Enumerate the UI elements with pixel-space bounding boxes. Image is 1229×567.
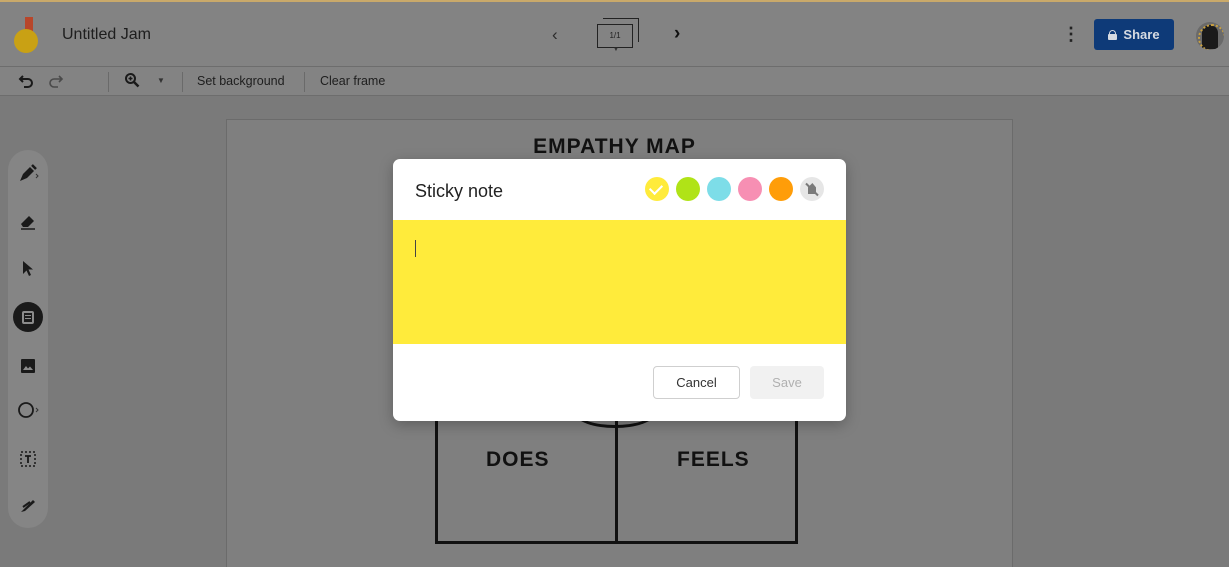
zoom-dropdown-chevron-icon[interactable]: ▼ (157, 76, 165, 85)
share-label: Share (1123, 27, 1160, 42)
dialog-title: Sticky note (415, 181, 504, 201)
board-title: EMPATHY MAP (533, 135, 696, 158)
quadrant-label-feels: FEELS (677, 448, 750, 471)
zoom-icon[interactable] (124, 72, 140, 92)
sticky-note-text-input[interactable] (393, 220, 846, 344)
previous-frame-chevron-icon[interactable]: ‹ (552, 25, 558, 45)
toolbar-divider (108, 72, 109, 92)
quadrant-label-does: DOES (486, 448, 550, 471)
text-box-icon[interactable] (8, 441, 48, 477)
top-bar: Untitled Jam ‹ 1/1 ▼ › ⋮ Share (0, 0, 1229, 66)
document-title[interactable]: Untitled Jam (62, 26, 151, 44)
color-swatch-yellow[interactable] (645, 177, 669, 201)
circle-shape-icon[interactable] (8, 392, 48, 428)
save-button[interactable]: Save (750, 366, 824, 399)
color-swatch-row (645, 177, 824, 201)
avatar[interactable] (1196, 22, 1224, 50)
toolbar-divider (182, 72, 183, 92)
color-swatch-blue[interactable] (707, 177, 731, 201)
no-color-icon[interactable] (800, 177, 824, 201)
lock-icon (1108, 29, 1118, 40)
eraser-icon[interactable] (8, 203, 48, 239)
share-button[interactable]: Share (1094, 19, 1174, 50)
clear-frame-button[interactable]: Clear frame (320, 74, 385, 88)
color-swatch-orange[interactable] (769, 177, 793, 201)
set-background-button[interactable]: Set background (197, 74, 285, 88)
toolbar: ▼ Set background Clear frame (0, 66, 1229, 96)
frame-indicator[interactable]: 1/1 ▼ (597, 18, 641, 53)
next-frame-chevron-icon[interactable]: › (674, 23, 680, 45)
sticky-note-dialog: Sticky note Cancel Save (393, 159, 846, 421)
laser-pointer-icon[interactable] (8, 488, 48, 524)
sticky-note-icon[interactable] (8, 299, 48, 335)
chevron-down-icon: ▼ (613, 47, 619, 53)
color-swatch-green[interactable] (676, 177, 700, 201)
undo-icon[interactable] (18, 72, 34, 92)
redo-icon[interactable] (48, 72, 64, 92)
text-cursor (415, 240, 416, 257)
frame-count: 1/1 (597, 24, 633, 48)
toolbar-divider (304, 72, 305, 92)
pen-icon[interactable] (8, 155, 48, 191)
image-icon[interactable] (8, 348, 48, 384)
color-swatch-pink[interactable] (738, 177, 762, 201)
select-arrow-icon[interactable] (8, 250, 48, 286)
more-options-icon[interactable]: ⋮ (1062, 24, 1080, 45)
empathy-map-grid (435, 420, 798, 544)
cancel-button[interactable]: Cancel (653, 366, 740, 399)
jamboard-logo-icon[interactable] (14, 17, 40, 53)
